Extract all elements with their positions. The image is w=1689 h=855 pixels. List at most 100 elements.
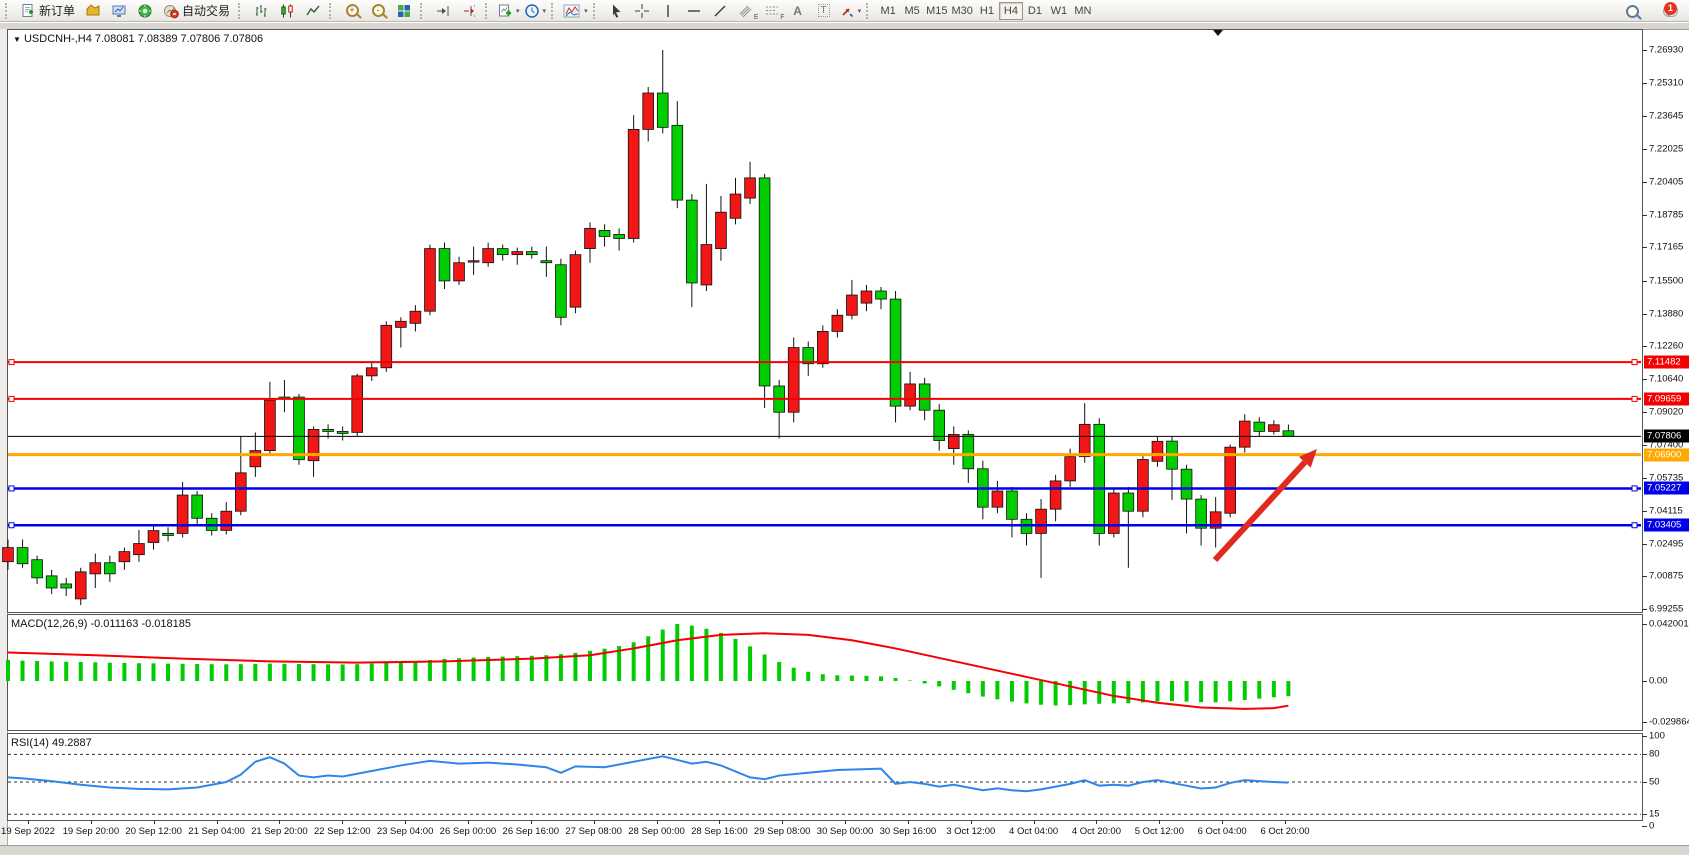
- time-tick: [971, 820, 972, 824]
- text-tool-button[interactable]: A: [785, 1, 811, 21]
- candle-body: [425, 249, 436, 312]
- candle-body: [730, 194, 741, 218]
- rsi-tick: [1642, 754, 1647, 755]
- time-tick: [217, 820, 218, 824]
- timeframe-m30[interactable]: M30: [950, 2, 975, 20]
- periods-button[interactable]: ▾: [522, 1, 549, 21]
- autotrading-icon: [163, 3, 179, 19]
- crosshair-tool-button[interactable]: [629, 1, 655, 21]
- cursor-icon: [608, 3, 624, 19]
- search-button[interactable]: [1619, 1, 1645, 21]
- new-chart-icon: [497, 3, 513, 19]
- timeframe-w1[interactable]: W1: [1047, 2, 1071, 20]
- candle-body: [104, 563, 115, 574]
- notifications-button[interactable]: 1: [1655, 1, 1685, 21]
- macd-tick-label: 0.042001: [1649, 619, 1689, 630]
- candle-body: [323, 429, 334, 431]
- timeframe-d1[interactable]: D1: [1023, 2, 1047, 20]
- toolbar-grip[interactable]: [420, 3, 427, 19]
- rsi-tick: [1642, 782, 1647, 783]
- price-tick: [1642, 478, 1647, 479]
- new-chart-button[interactable]: ▾: [495, 1, 522, 21]
- market-watch-icon: [111, 3, 127, 19]
- candle-body: [628, 129, 639, 238]
- candle-body: [1007, 491, 1018, 519]
- timeframe-mn[interactable]: MN: [1071, 2, 1095, 20]
- timeframe-m1[interactable]: M1: [876, 2, 900, 20]
- tile-windows-button[interactable]: [391, 1, 417, 21]
- candle-body: [861, 291, 872, 303]
- toolbar-grip[interactable]: [551, 3, 558, 19]
- price-tick-label: 7.18785: [1649, 209, 1683, 220]
- vertical-line-icon: [661, 3, 675, 19]
- line-chart-mode-button[interactable]: [300, 1, 326, 21]
- candle-body: [1079, 424, 1090, 456]
- bar-chart-mode-button[interactable]: [248, 1, 274, 21]
- text-label-tool-button[interactable]: T: [811, 1, 837, 21]
- candle-body: [1254, 422, 1265, 431]
- macd-indicator-pane[interactable]: [0, 614, 1689, 732]
- price-tick: [1642, 445, 1647, 446]
- toolbar-grip[interactable]: [485, 3, 492, 19]
- line-handle: [1632, 486, 1637, 491]
- market-watch-button[interactable]: [106, 1, 132, 21]
- price-tick-label: 7.02495: [1649, 538, 1683, 549]
- candle-body: [61, 584, 72, 588]
- timeframe-h1[interactable]: H1: [975, 2, 999, 20]
- candle-body: [672, 125, 683, 200]
- toolbar-grip[interactable]: [238, 3, 245, 19]
- price-tick: [1642, 412, 1647, 413]
- new-order-label: 新订单: [39, 2, 75, 19]
- auto-scroll-button[interactable]: [430, 1, 456, 21]
- periods-clock-icon: [524, 3, 540, 19]
- autotrading-button[interactable]: 自动交易: [158, 1, 235, 21]
- profiles-button[interactable]: [80, 1, 106, 21]
- toolbar-grip[interactable]: [5, 3, 12, 19]
- navigator-button[interactable]: [132, 1, 158, 21]
- candle-body: [963, 434, 974, 468]
- time-tick: [719, 820, 720, 824]
- candle-body: [221, 511, 232, 530]
- indicators-button[interactable]: ▾: [561, 1, 590, 21]
- timeframe-m5[interactable]: M5: [900, 2, 924, 20]
- line-handle: [9, 396, 14, 401]
- candlestick-mode-button[interactable]: [274, 1, 300, 21]
- notification-badge: 1: [1664, 2, 1677, 15]
- horizontal-line-tool-button[interactable]: [681, 1, 707, 21]
- rsi-tick-label: 15: [1649, 809, 1660, 820]
- toolbar-grip[interactable]: [866, 3, 873, 19]
- main-chart-pane[interactable]: [0, 29, 1689, 613]
- candle-body: [235, 473, 246, 511]
- new-order-button[interactable]: 新订单: [15, 1, 80, 21]
- symbol-dropdown-marker[interactable]: ▼: [13, 35, 21, 44]
- arrows-tool-button[interactable]: ▾: [837, 1, 864, 21]
- candlestick-icon: [279, 3, 295, 19]
- rsi-indicator-pane[interactable]: [0, 733, 1689, 821]
- candle-body: [1181, 469, 1192, 499]
- toolbar-grip[interactable]: [329, 3, 336, 19]
- fibonacci-tool-button[interactable]: F: [759, 1, 785, 21]
- profiles-icon: [85, 3, 101, 19]
- vertical-line-tool-button[interactable]: [655, 1, 681, 21]
- cursor-tool-button[interactable]: [603, 1, 629, 21]
- search-icon: [1626, 5, 1639, 18]
- timeframe-h4[interactable]: H4: [999, 2, 1023, 20]
- chart-shift-button[interactable]: [456, 1, 482, 21]
- candle-body: [250, 451, 261, 467]
- price-tick-label: 7.09020: [1649, 406, 1683, 417]
- equidistant-channel-tool-button[interactable]: E: [733, 1, 759, 21]
- time-tick: [154, 820, 155, 824]
- trendline-tool-button[interactable]: [707, 1, 733, 21]
- zoom-in-button[interactable]: +: [339, 1, 365, 21]
- price-tick: [1642, 247, 1647, 248]
- price-badge: 7.05227: [1644, 482, 1689, 495]
- zoom-out-button[interactable]: -: [365, 1, 391, 21]
- price-badge: 7.06900: [1644, 448, 1689, 461]
- macd-tick: [1642, 681, 1647, 682]
- time-label: 30 Sep 00:00: [817, 826, 874, 837]
- timeframe-m15[interactable]: M15: [924, 2, 949, 20]
- toolbar-grip[interactable]: [593, 3, 600, 19]
- line-handle: [9, 486, 14, 491]
- price-tick: [1642, 609, 1647, 610]
- auto-scroll-icon: [435, 3, 451, 19]
